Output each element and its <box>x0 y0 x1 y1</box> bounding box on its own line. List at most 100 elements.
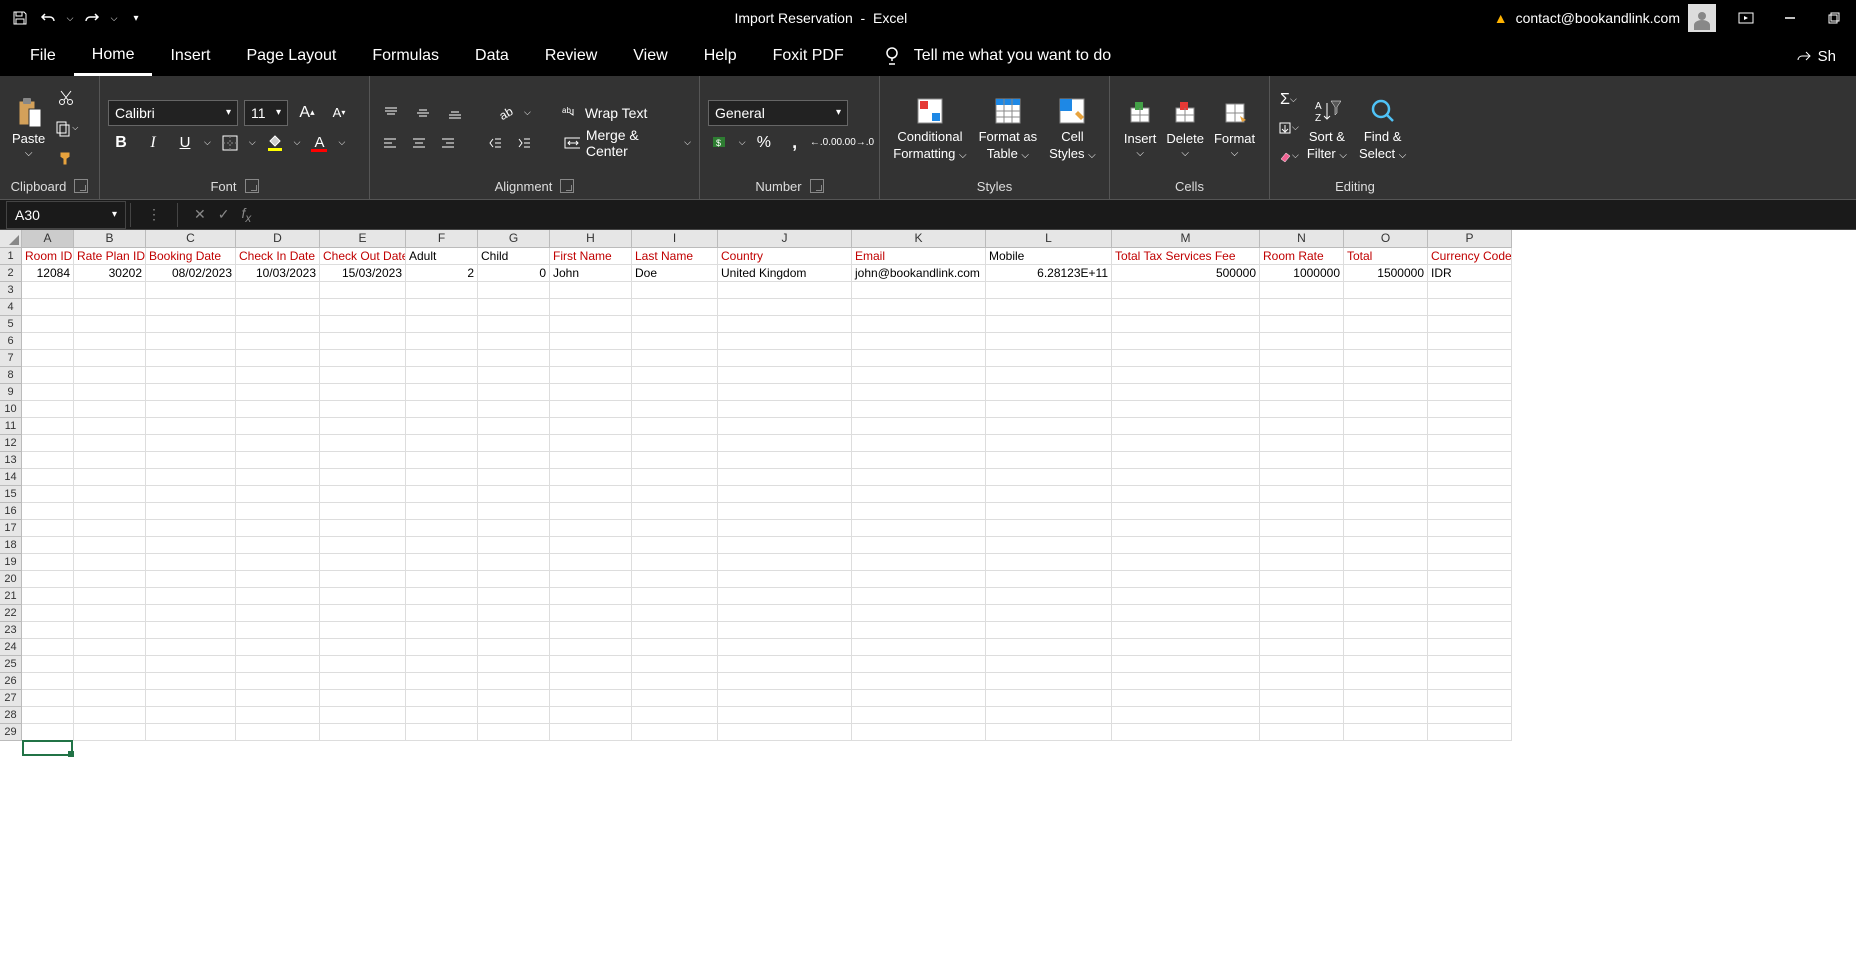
cell[interactable] <box>718 384 852 401</box>
cell[interactable] <box>718 605 852 622</box>
cell[interactable] <box>146 282 236 299</box>
row-header[interactable]: 24 <box>0 639 22 656</box>
cell[interactable] <box>146 707 236 724</box>
italic-button[interactable]: I <box>140 130 166 156</box>
cell[interactable] <box>320 520 406 537</box>
cell[interactable] <box>146 656 236 673</box>
cell[interactable] <box>146 571 236 588</box>
cell[interactable] <box>406 554 478 571</box>
cell[interactable] <box>22 554 74 571</box>
cell[interactable]: John <box>550 265 632 282</box>
cell[interactable] <box>320 605 406 622</box>
cell[interactable] <box>22 707 74 724</box>
cell[interactable] <box>852 724 986 741</box>
cell[interactable] <box>236 316 320 333</box>
cell[interactable] <box>718 639 852 656</box>
cell[interactable] <box>406 367 478 384</box>
cell[interactable] <box>74 690 146 707</box>
enter-formula-button[interactable]: ✓ <box>218 206 230 223</box>
cell[interactable] <box>1344 656 1428 673</box>
cell[interactable] <box>74 656 146 673</box>
cell[interactable] <box>1112 656 1260 673</box>
cell[interactable] <box>74 486 146 503</box>
cell[interactable] <box>632 282 718 299</box>
cell[interactable] <box>1260 605 1344 622</box>
cell[interactable] <box>986 571 1112 588</box>
spreadsheet-grid[interactable]: ABCDEFGHIJKLMNOP 12345678910111213141516… <box>0 230 1856 955</box>
tab-review[interactable]: Review <box>527 36 615 76</box>
wrap-text-button[interactable]: abWrap Text <box>561 100 648 126</box>
cell[interactable] <box>320 622 406 639</box>
cell[interactable] <box>718 486 852 503</box>
cell[interactable] <box>320 537 406 554</box>
cell[interactable] <box>1344 537 1428 554</box>
row-header[interactable]: 21 <box>0 588 22 605</box>
format-cells-button[interactable]: Format⌵ <box>1210 80 1259 175</box>
cell[interactable] <box>550 316 632 333</box>
cell[interactable]: 1500000 <box>1344 265 1428 282</box>
cell[interactable] <box>236 333 320 350</box>
cell[interactable] <box>1112 367 1260 384</box>
cell[interactable] <box>986 486 1112 503</box>
cell[interactable]: 15/03/2023 <box>320 265 406 282</box>
cell[interactable] <box>718 333 852 350</box>
cell[interactable] <box>632 350 718 367</box>
conditional-formatting-button[interactable]: Conditional Formatting ⌵ <box>889 80 970 175</box>
bold-button[interactable]: B <box>108 130 134 156</box>
cell[interactable] <box>74 452 146 469</box>
cell[interactable] <box>1344 622 1428 639</box>
cell[interactable] <box>1428 503 1512 520</box>
cell[interactable]: 1000000 <box>1260 265 1344 282</box>
cell[interactable] <box>74 571 146 588</box>
cell[interactable] <box>406 724 478 741</box>
cell[interactable] <box>1344 469 1428 486</box>
find-select-button[interactable]: Find & Select ⌵ <box>1355 80 1410 175</box>
cell[interactable] <box>986 282 1112 299</box>
cell[interactable] <box>632 639 718 656</box>
cell[interactable] <box>550 384 632 401</box>
cell[interactable] <box>1112 639 1260 656</box>
cell[interactable] <box>632 605 718 622</box>
cell[interactable] <box>1260 588 1344 605</box>
cell[interactable] <box>550 656 632 673</box>
row-header[interactable]: 27 <box>0 690 22 707</box>
cell[interactable] <box>406 622 478 639</box>
cell[interactable] <box>320 435 406 452</box>
underline-button[interactable]: U <box>172 130 198 156</box>
increase-indent-button[interactable] <box>512 130 535 156</box>
cell[interactable]: Check In Date <box>236 248 320 265</box>
cell[interactable] <box>406 333 478 350</box>
cell[interactable] <box>718 282 852 299</box>
cell[interactable] <box>632 554 718 571</box>
cell[interactable] <box>478 673 550 690</box>
cell[interactable] <box>1428 282 1512 299</box>
cell[interactable] <box>632 707 718 724</box>
cell[interactable] <box>22 673 74 690</box>
cell[interactable] <box>718 299 852 316</box>
cell[interactable] <box>986 622 1112 639</box>
cell[interactable] <box>1260 690 1344 707</box>
cell[interactable] <box>478 316 550 333</box>
cell[interactable] <box>852 537 986 554</box>
tab-home[interactable]: Home <box>74 36 153 76</box>
cell[interactable] <box>986 316 1112 333</box>
cell[interactable] <box>74 350 146 367</box>
cell[interactable] <box>550 622 632 639</box>
cell[interactable] <box>146 367 236 384</box>
percent-button[interactable]: % <box>752 130 777 156</box>
cell[interactable] <box>236 418 320 435</box>
cell[interactable] <box>986 588 1112 605</box>
cell[interactable] <box>852 452 986 469</box>
cell[interactable]: Country <box>718 248 852 265</box>
cell[interactable] <box>632 333 718 350</box>
cell[interactable] <box>852 571 986 588</box>
cell[interactable] <box>22 333 74 350</box>
cell[interactable] <box>632 656 718 673</box>
cell[interactable] <box>74 520 146 537</box>
cell[interactable] <box>852 333 986 350</box>
cell[interactable] <box>406 299 478 316</box>
cell[interactable] <box>74 469 146 486</box>
row-header[interactable]: 26 <box>0 673 22 690</box>
ribbon-display-button[interactable] <box>1732 6 1760 30</box>
cell[interactable]: Currency Code <box>1428 248 1512 265</box>
